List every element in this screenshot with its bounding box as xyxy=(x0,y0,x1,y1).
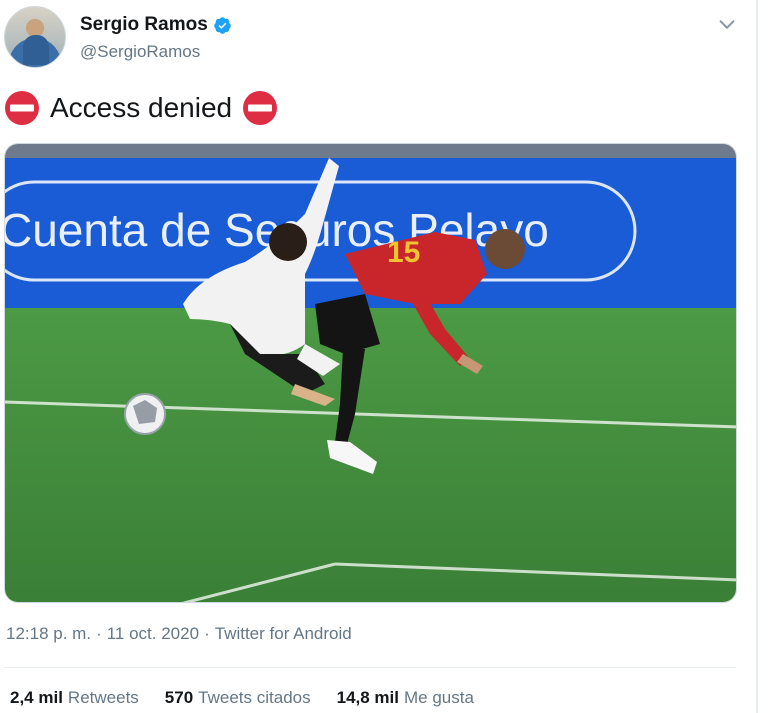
video-frame: Cuenta de Seguros Pelayo xyxy=(5,144,736,602)
tweet-stats: 2,4 mil Retweets 570 Tweets citados 14,8… xyxy=(10,688,474,708)
retweets-stat[interactable]: 2,4 mil Retweets xyxy=(10,688,139,708)
meta-separator: · xyxy=(204,624,210,643)
timeline-border xyxy=(756,0,758,713)
no-entry-icon xyxy=(5,91,39,125)
retweets-count: 2,4 mil xyxy=(10,688,63,707)
retweets-label: Retweets xyxy=(67,688,139,707)
display-name[interactable]: Sergio Ramos xyxy=(80,14,208,36)
stands xyxy=(5,144,736,158)
tweet-meta: 12:18 p. m. · 11 oct. 2020 · Twitter for… xyxy=(6,624,352,644)
tweet-text: Access denied xyxy=(4,90,278,126)
author-handle[interactable]: @SergioRamos xyxy=(80,42,200,62)
player-number: 15 xyxy=(387,236,420,269)
no-entry-icon xyxy=(243,91,278,125)
tweet-date[interactable]: 11 oct. 2020 xyxy=(107,624,199,644)
avatar[interactable] xyxy=(4,6,66,68)
divider xyxy=(4,667,736,668)
football xyxy=(124,393,166,435)
avatar-figure xyxy=(23,35,49,65)
author-name-row: Sergio Ramos xyxy=(80,14,232,36)
tweet-source[interactable]: Twitter for Android xyxy=(215,624,352,644)
quote-tweets-stat[interactable]: 570 Tweets citados xyxy=(165,688,311,708)
quote-tweets-count: 570 xyxy=(164,688,194,707)
verified-badge-icon xyxy=(213,16,231,34)
tweet-card: Sergio Ramos @SergioRamos Access denied xyxy=(0,0,756,713)
tweet-media-video[interactable]: Cuenta de Seguros Pelayo xyxy=(4,143,737,603)
pitch xyxy=(5,308,736,602)
likes-stat[interactable]: 14,8 mil Me gusta xyxy=(337,688,474,708)
tweet-text-content: Access denied xyxy=(50,92,233,123)
chevron-down-icon[interactable] xyxy=(716,14,738,36)
quote-tweets-label: Tweets citados xyxy=(198,688,311,707)
meta-separator: · xyxy=(96,624,102,643)
likes-count: 14,8 mil xyxy=(336,688,399,707)
tweet-time[interactable]: 12:18 p. m. xyxy=(6,624,91,644)
likes-label: Me gusta xyxy=(404,688,474,707)
